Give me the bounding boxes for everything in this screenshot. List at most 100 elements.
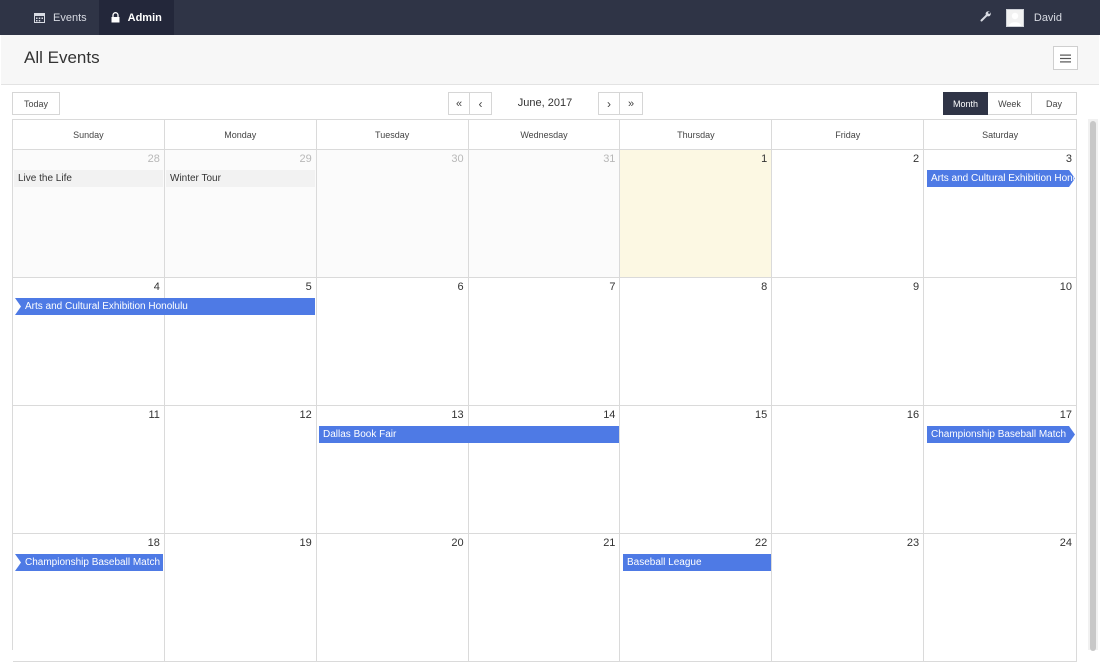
day-number[interactable]: 16	[907, 409, 919, 421]
day-number[interactable]: 23	[907, 537, 919, 549]
day-number[interactable]: 14	[603, 409, 615, 421]
day-cell[interactable]: 12	[164, 406, 317, 534]
next-month-button[interactable]: ›	[598, 92, 620, 115]
day-number[interactable]: 1	[761, 153, 767, 165]
day-cell[interactable]: 21	[468, 534, 621, 662]
day-cell[interactable]: 16	[772, 406, 925, 534]
week-row: 4 5 6 7 8 9 10 Arts and Cultural Exhibition Hon…	[13, 278, 1078, 406]
scrollbar-thumb[interactable]	[1090, 121, 1096, 651]
day-cell[interactable]: 5	[164, 278, 317, 406]
lock-icon	[111, 12, 120, 23]
day-cell[interactable]: 3	[924, 150, 1078, 278]
month-calendar: Sunday Monday Tuesday Wednesday Thursday…	[12, 119, 1078, 662]
day-number[interactable]: 22	[755, 537, 767, 549]
day-number[interactable]: 19	[299, 537, 311, 549]
calendar-event[interactable]: Arts and Cultural Exhibition Honolulu	[927, 170, 1075, 187]
week-row: 18 19 20 21 22 23 24 Championship Baseball Matc…	[13, 534, 1078, 662]
weekday-header: Thursday	[620, 120, 773, 150]
calendar-event[interactable]: Live the Life	[14, 170, 163, 187]
day-number[interactable]: 13	[451, 409, 463, 421]
hamburger-icon	[1060, 54, 1071, 62]
day-cell[interactable]: 10	[924, 278, 1078, 406]
day-number[interactable]: 8	[761, 281, 767, 293]
day-number[interactable]: 10	[1060, 281, 1072, 293]
avatar[interactable]	[1005, 8, 1024, 27]
day-number[interactable]: 21	[603, 537, 615, 549]
day-cell[interactable]: 24	[924, 534, 1078, 662]
day-cell[interactable]: 31	[468, 150, 621, 278]
view-month-button[interactable]: Month	[943, 92, 988, 115]
day-cell[interactable]: 7	[468, 278, 621, 406]
weekday-header: Sunday	[13, 120, 165, 150]
day-cell[interactable]: 19	[164, 534, 317, 662]
day-number[interactable]: 2	[913, 153, 919, 165]
calendar-icon	[34, 12, 45, 23]
view-week-button[interactable]: Week	[988, 92, 1032, 115]
day-number[interactable]: 7	[609, 281, 615, 293]
prev-month-button[interactable]: ‹	[470, 92, 492, 115]
wrench-icon[interactable]	[980, 10, 992, 25]
day-number[interactable]: 29	[299, 153, 311, 165]
weekday-header: Friday	[772, 120, 925, 150]
day-cell[interactable]: 15	[620, 406, 773, 534]
day-cell[interactable]: 11	[13, 406, 165, 534]
day-cell[interactable]: 6	[316, 278, 469, 406]
prev-year-button[interactable]: «	[448, 92, 470, 115]
next-year-button[interactable]: »	[620, 92, 643, 115]
day-number[interactable]: 28	[148, 153, 160, 165]
page-header: All Events	[1, 35, 1099, 85]
day-number[interactable]: 3	[1066, 153, 1072, 165]
calendar-event[interactable]: Championship Baseball Match	[15, 554, 163, 571]
menu-button[interactable]	[1053, 46, 1078, 70]
nav-admin[interactable]: Admin	[98, 0, 174, 35]
week-row: 28 29 30 31 1 2 3 Live the Life Winter Tour Arts …	[13, 150, 1078, 278]
day-number[interactable]: 24	[1060, 537, 1072, 549]
day-cell[interactable]: 18	[13, 534, 165, 662]
day-number[interactable]: 31	[603, 153, 615, 165]
day-cell[interactable]: 17	[924, 406, 1078, 534]
user-area: David	[980, 8, 1100, 27]
day-cell[interactable]: 9	[772, 278, 925, 406]
weekday-header: Saturday	[924, 120, 1078, 150]
vertical-scrollbar[interactable]	[1088, 119, 1098, 651]
calendar-event[interactable]: Winter Tour	[166, 170, 315, 187]
day-cell[interactable]: 23	[772, 534, 925, 662]
day-number[interactable]: 20	[451, 537, 463, 549]
weekday-header: Wednesday	[468, 120, 621, 150]
day-number[interactable]: 4	[154, 281, 160, 293]
weekday-header: Tuesday	[316, 120, 469, 150]
weekday-header: Monday	[164, 120, 317, 150]
calendar-toolbar: Today « ‹ June, 2017 › » Month Week Day	[0, 92, 1100, 116]
calendar-event[interactable]: Baseball League	[623, 554, 771, 571]
day-number[interactable]: 18	[148, 537, 160, 549]
current-month-label: June, 2017	[517, 97, 573, 109]
day-number[interactable]: 9	[913, 281, 919, 293]
user-silhouette-icon	[1008, 12, 1021, 26]
week-row: 11 12 13 14 15 16 17 Dallas Book Fair Championsh…	[13, 406, 1078, 534]
day-cell[interactable]: 8	[620, 278, 773, 406]
day-number[interactable]: 11	[148, 409, 159, 421]
day-cell[interactable]: 4	[13, 278, 165, 406]
today-button[interactable]: Today	[12, 92, 60, 115]
calendar-event[interactable]: Arts and Cultural Exhibition Honolulu	[15, 298, 315, 315]
day-number[interactable]: 17	[1060, 409, 1072, 421]
day-cell[interactable]: 20	[316, 534, 469, 662]
day-number[interactable]: 30	[451, 153, 463, 165]
weeks-container: 28 29 30 31 1 2 3 Live the Life Winter Tour Arts …	[13, 150, 1078, 662]
calendar-event[interactable]: Championship Baseball Match	[927, 426, 1075, 443]
user-name[interactable]: David	[1034, 12, 1062, 24]
chevron-right-icon: ›	[607, 96, 611, 111]
day-cell-today[interactable]: 1	[620, 150, 773, 278]
view-day-button[interactable]: Day	[1032, 92, 1077, 115]
day-number[interactable]: 12	[299, 409, 311, 421]
day-number[interactable]: 6	[457, 281, 463, 293]
day-number[interactable]: 15	[755, 409, 767, 421]
nav-events-label: Events	[53, 11, 87, 24]
day-number[interactable]: 5	[306, 281, 312, 293]
day-cell[interactable]: 2	[772, 150, 925, 278]
double-chevron-left-icon: «	[455, 97, 463, 110]
calendar-event[interactable]: Dallas Book Fair	[319, 426, 619, 443]
nav-events[interactable]: Events	[0, 0, 99, 35]
page-title: All Events	[24, 48, 100, 67]
day-cell[interactable]: 30	[316, 150, 469, 278]
